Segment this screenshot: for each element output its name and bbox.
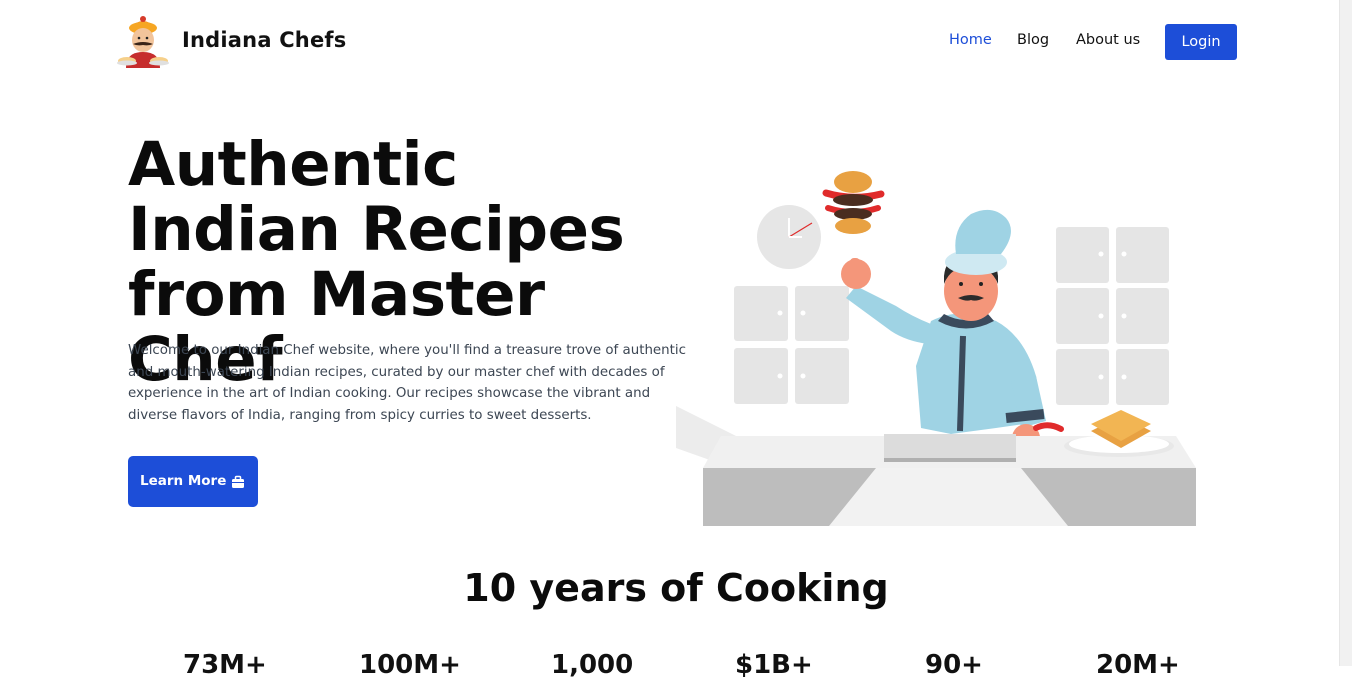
hero-description: Welcome to our Indian Chef website, wher… (128, 343, 686, 423)
stat-value: 20M+ (1096, 650, 1180, 680)
learn-more-button[interactable]: Learn More (128, 456, 258, 507)
login-button[interactable]: Login (1165, 24, 1237, 60)
nav-link-about-us[interactable]: About us (1076, 32, 1140, 48)
section-title: 10 years of Cooking (463, 566, 889, 610)
briefcase-icon (232, 475, 244, 488)
nav-link-home[interactable]: Home (949, 32, 992, 48)
right-cabinets (1056, 227, 1169, 405)
nav-link-blog[interactable]: Blog (1017, 32, 1049, 48)
stat-value: 1,000 (551, 650, 634, 680)
stat-value: $1B+ (735, 650, 813, 680)
chef-figure (841, 209, 1046, 452)
top-navbar: Indiana Chefs Home Blog About us Login (0, 0, 1340, 84)
wall-clock-icon (757, 205, 821, 269)
burger-icon (822, 171, 885, 234)
brand-name[interactable]: Indiana Chefs (182, 28, 346, 52)
chef-kitchen-illustration (676, 171, 1196, 526)
stat-value: 90+ (925, 650, 983, 680)
chef-logo-icon[interactable] (116, 14, 170, 70)
stats-row: 73M+ 100M+ 1,000 $1B+ 90+ 20M+ (0, 650, 1340, 680)
learn-more-label: Learn More (140, 473, 227, 489)
stat-value: 73M+ (183, 650, 267, 680)
stat-value: 100M+ (359, 650, 461, 680)
page-scrollbar[interactable] (1339, 0, 1352, 666)
left-cabinets (734, 286, 849, 404)
